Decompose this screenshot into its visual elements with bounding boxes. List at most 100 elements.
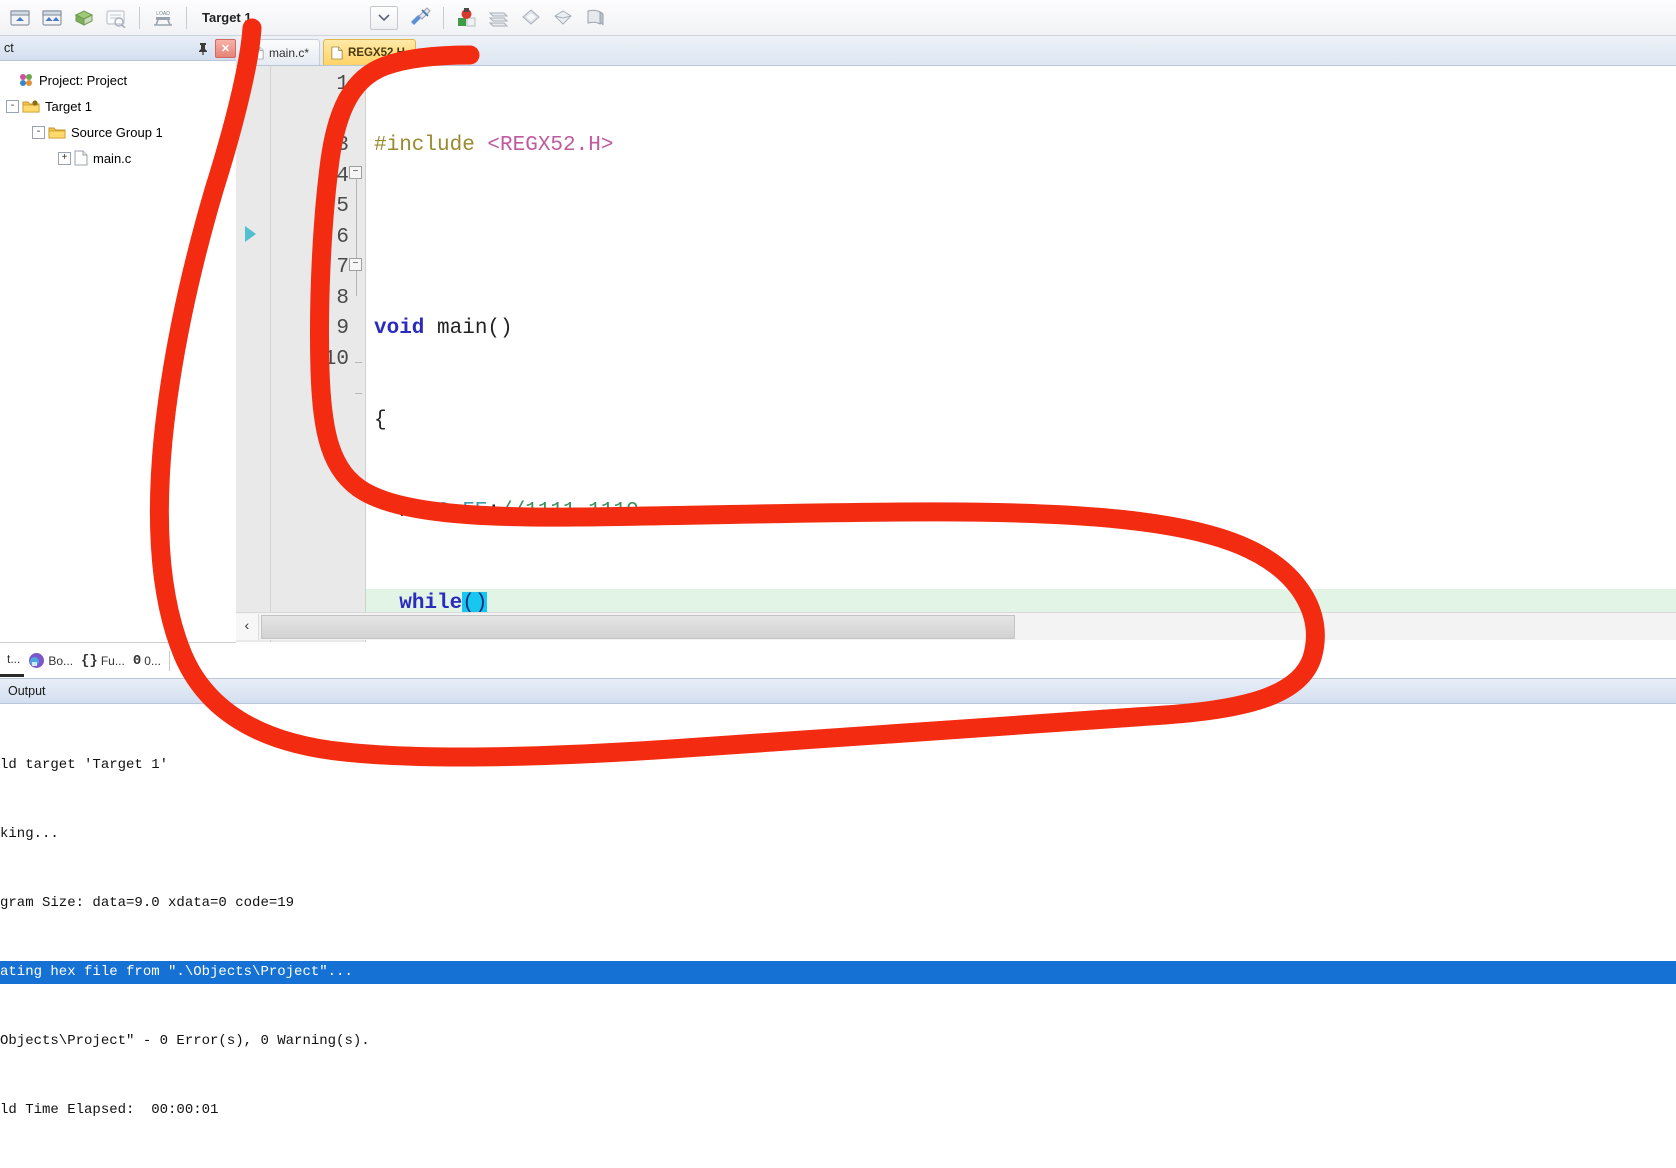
token: #include xyxy=(374,134,488,157)
tree-label: Source Group 1 xyxy=(71,124,163,140)
project-icon xyxy=(18,72,34,88)
c-file-icon xyxy=(74,150,88,166)
token: 0xFE xyxy=(437,500,488,523)
options-target-icon[interactable] xyxy=(404,3,436,33)
fold-marker-line-7[interactable]: − xyxy=(349,258,362,271)
editor-tab-regx52-h[interactable]: REGX52.H xyxy=(323,39,416,65)
code-text[interactable]: #include <REGX52.H> void main() { P2=0xF… xyxy=(366,66,1676,642)
output-line: ld target 'Target 1' xyxy=(0,757,169,773)
c-file-icon xyxy=(252,46,264,60)
manage-project-items-icon[interactable] xyxy=(451,3,483,33)
build-toolbar: LOAD Target 1 xyxy=(0,0,1676,36)
project-panel-title: ct xyxy=(4,41,14,55)
line-number: 2 xyxy=(336,103,349,127)
sidebar-tab-label: t... xyxy=(7,652,21,666)
books-tab-icon xyxy=(28,652,45,669)
sidebar-tab-label: 0... xyxy=(144,653,161,668)
tree-item-project[interactable]: Project: Project xyxy=(0,67,236,93)
tree-expander-main-c[interactable]: + xyxy=(58,151,71,165)
multi-project-icon[interactable] xyxy=(483,3,515,33)
scroll-left-arrow-icon[interactable]: ‹ xyxy=(236,613,259,640)
output-line: Objects\Project" - 0 Error(s), 0 Warning… xyxy=(0,1033,370,1049)
sidebar-tab-functions[interactable]: {} Fu... xyxy=(77,646,129,676)
code-editor[interactable]: 1 2 3 4 5 6 7 8 9 10 − − #include <REGX5… xyxy=(236,66,1676,642)
code-line-1: #include <REGX52.H> xyxy=(366,131,1676,162)
toolbar-separator-2 xyxy=(186,6,187,29)
sidebar-tab-separator xyxy=(168,650,170,671)
token: //1111 1110 xyxy=(500,500,639,523)
pack-installer-icon[interactable] xyxy=(515,3,547,33)
output-line-selected[interactable]: ating hex file from ".\Objects\Project".… xyxy=(0,961,1676,984)
code-line-5: P2=0xFE;//1111 1110 xyxy=(366,497,1676,528)
tree-item-target[interactable]: - Target 1 xyxy=(0,93,236,119)
translate-icon[interactable] xyxy=(4,3,36,33)
editor-area: main.c* REGX52.H 1 2 3 4 5 6 7 8 9 10 − … xyxy=(236,36,1676,642)
close-icon[interactable]: ✕ xyxy=(215,38,236,58)
code-line-3: void main() xyxy=(366,314,1676,345)
download-icon[interactable]: LOAD xyxy=(147,3,179,33)
editor-tab-label: REGX52.H xyxy=(348,46,405,59)
toolbar-separator xyxy=(139,6,140,29)
line-number: 1 xyxy=(336,73,349,96)
tree-label: Target 1 xyxy=(45,98,92,114)
sidebar-tab-templates[interactable]: 0 0... xyxy=(129,646,165,676)
line-number: 9 xyxy=(336,317,349,340)
svg-text:LOAD: LOAD xyxy=(156,11,170,17)
line-number: 10 xyxy=(323,347,349,371)
folder-group-icon xyxy=(48,125,66,140)
output-panel-header: Output xyxy=(0,679,1676,704)
sidebar-tab-strip: t... Bo... {} Fu... 0 0... xyxy=(0,642,236,678)
build-icon[interactable] xyxy=(36,3,68,33)
output-log[interactable]: ld target 'Target 1' king... gram Size: … xyxy=(0,704,1676,1168)
configure-icon[interactable] xyxy=(547,3,579,33)
editor-horizontal-scrollbar[interactable]: ‹ xyxy=(236,612,1676,640)
current-line-marker-icon xyxy=(245,226,256,242)
breakpoint-gutter[interactable] xyxy=(236,66,271,642)
output-panel: Output ld target 'Target 1' king... gram… xyxy=(0,678,1676,1118)
token: <REGX52.H> xyxy=(487,134,614,157)
editor-tab-main-c[interactable]: main.c* xyxy=(244,39,321,65)
tree-item-main-c[interactable]: + main.c xyxy=(0,145,236,171)
h-file-icon xyxy=(331,46,343,60)
sidebar-tab-books[interactable]: Bo... xyxy=(24,646,77,676)
line-number: 4 xyxy=(336,164,349,188)
output-line: gram Size: data=9.0 xdata=0 code=19 xyxy=(0,895,295,911)
pin-icon[interactable] xyxy=(193,39,213,58)
token: main() xyxy=(424,317,513,340)
fold-end-line-9 xyxy=(355,362,362,363)
editor-tab-bar: main.c* REGX52.H xyxy=(236,36,1676,66)
line-number: 3 xyxy=(336,134,349,157)
sidebar-tab-project[interactable]: t... xyxy=(0,644,25,677)
tree-expander-source-group[interactable]: - xyxy=(32,125,45,139)
editor-tab-label: main.c* xyxy=(269,45,310,60)
toolbar-separator-3 xyxy=(442,6,444,29)
fold-end-line-10 xyxy=(355,393,362,394)
target-selector-label[interactable]: Target 1 xyxy=(194,10,262,25)
project-panel: ct ✕ Project: Project - Target 1 - Sourc… xyxy=(0,36,236,642)
sidebar-tab-label: Fu... xyxy=(100,653,125,668)
project-tree[interactable]: Project: Project - Target 1 - Source Gro… xyxy=(0,61,236,171)
target-dropdown-arrow[interactable] xyxy=(369,5,398,30)
rebuild-icon[interactable] xyxy=(68,3,100,33)
line-number: 6 xyxy=(336,225,349,249)
books-icon[interactable] xyxy=(579,3,611,33)
line-number: 8 xyxy=(336,286,349,310)
tree-item-source-group[interactable]: - Source Group 1 xyxy=(0,119,236,145)
batch-build-icon[interactable] xyxy=(100,3,132,33)
token: { xyxy=(374,408,387,432)
output-panel-title: Output xyxy=(8,684,46,698)
line-numbers: 1 2 3 4 5 6 7 8 9 10 xyxy=(324,66,349,375)
line-number: 5 xyxy=(336,195,349,218)
output-line: ld Time Elapsed: 00:00:01 xyxy=(0,1102,219,1118)
tree-expander-target[interactable]: - xyxy=(6,99,19,113)
tree-label: Project: Project xyxy=(39,72,128,88)
project-panel-header: ct ✕ xyxy=(0,36,236,61)
output-line: king... xyxy=(0,826,59,842)
code-line-4: { xyxy=(366,406,1676,437)
token: ; xyxy=(487,500,501,523)
token: P2= xyxy=(374,500,438,523)
token: void xyxy=(374,317,425,340)
templates-icon: 0 xyxy=(132,652,142,669)
scrollbar-thumb[interactable] xyxy=(261,614,1015,639)
